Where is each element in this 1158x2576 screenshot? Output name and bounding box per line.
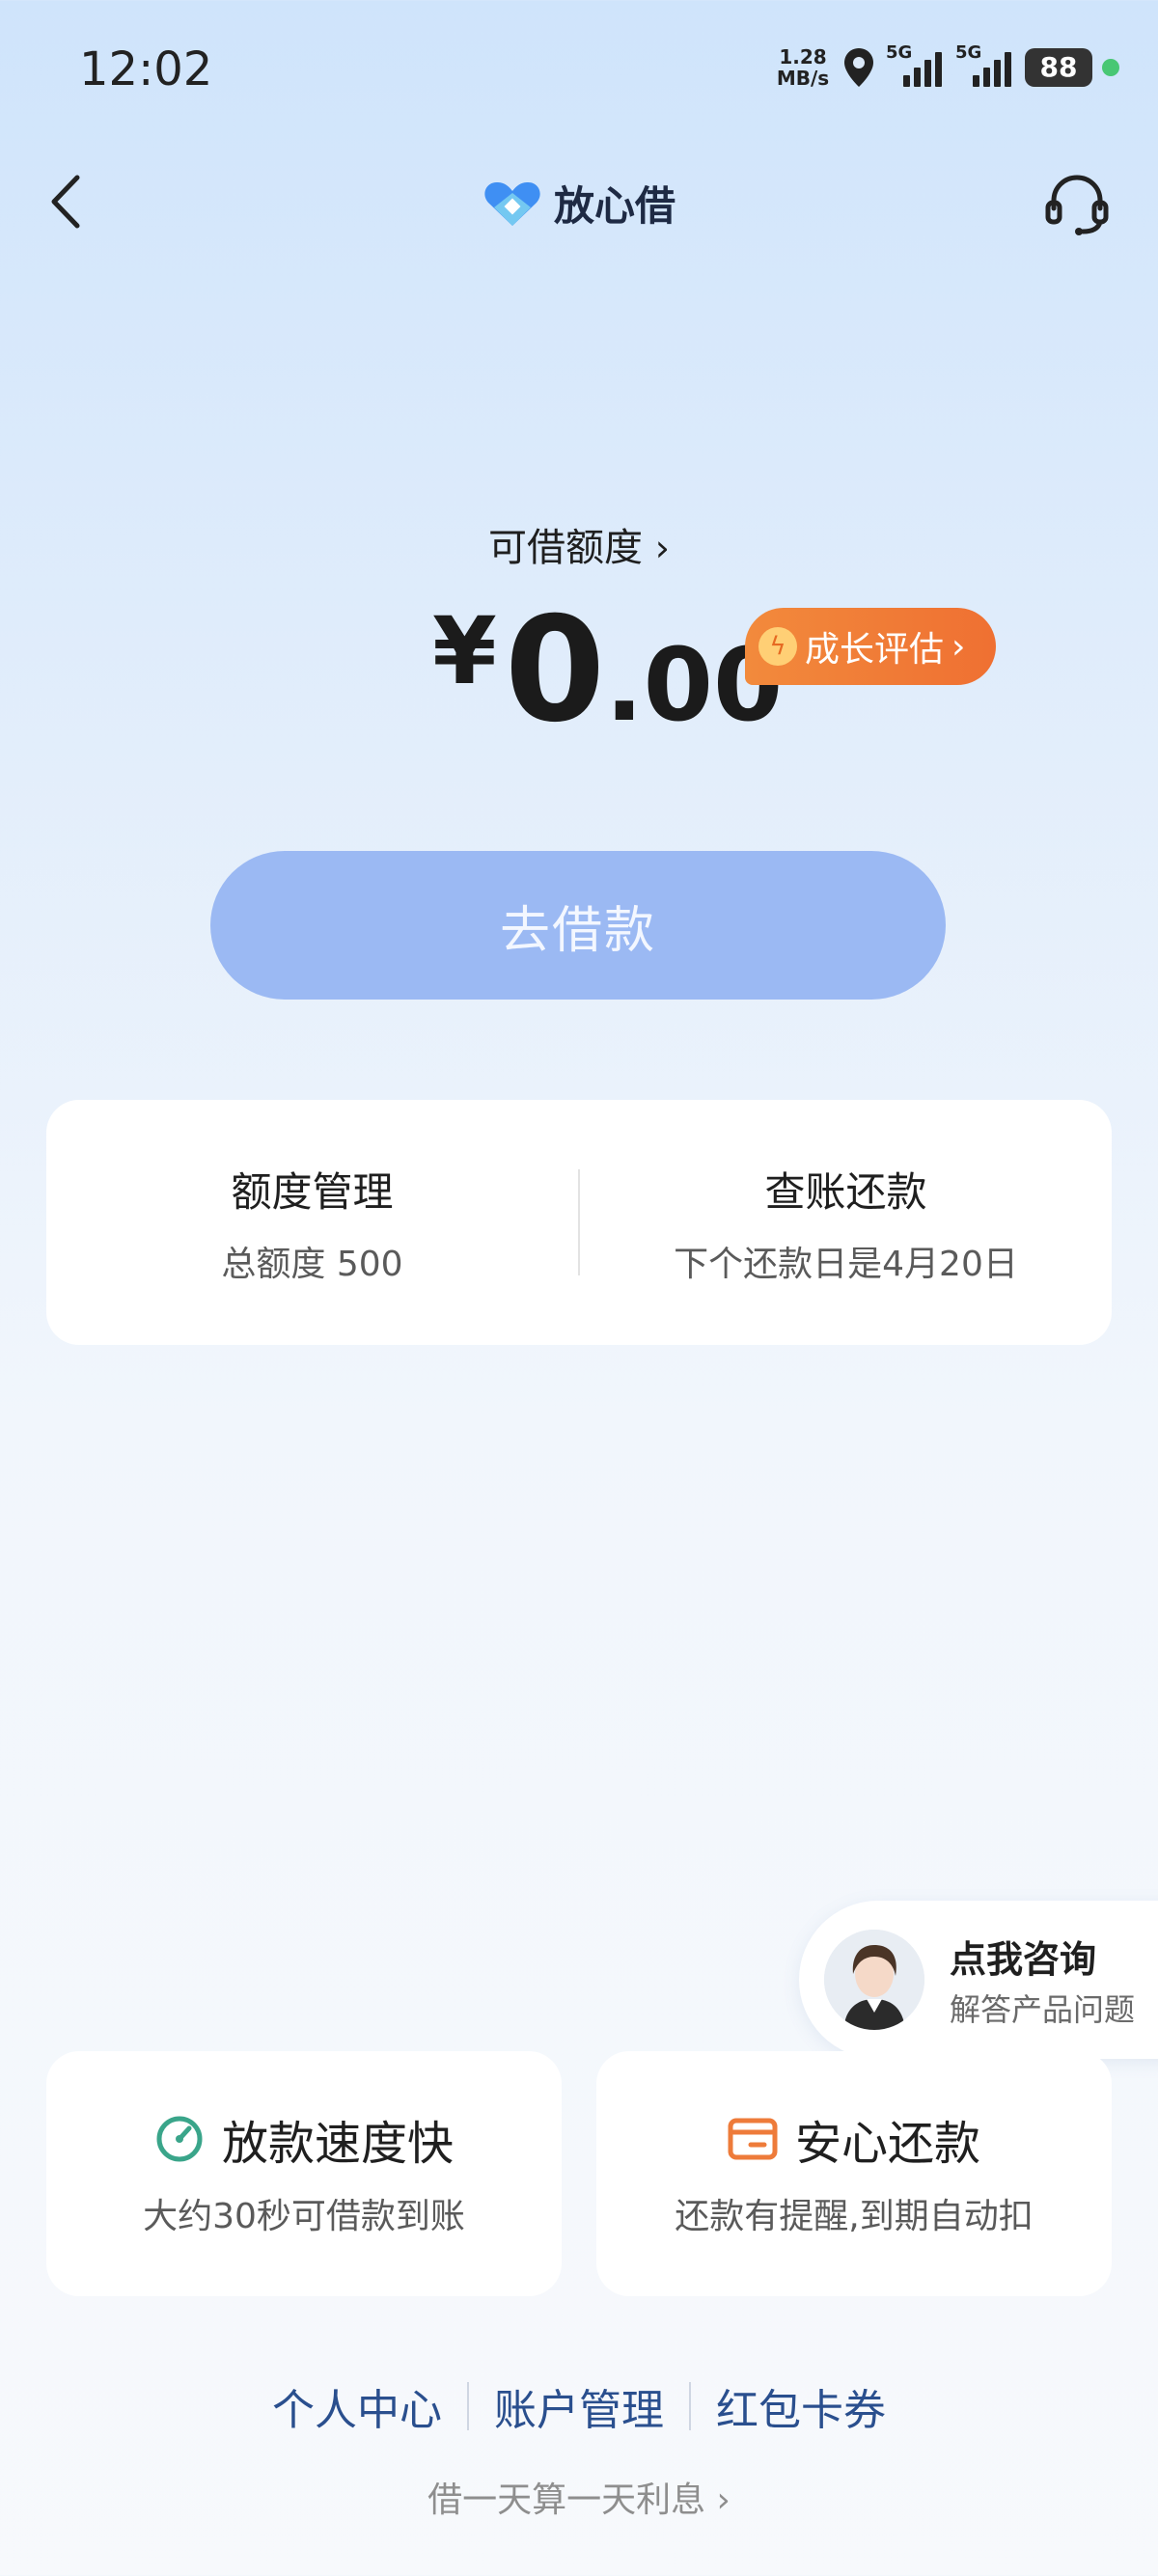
growth-assessment-button[interactable]: ϟ 成长评估 › <box>745 608 996 685</box>
consult-subtitle: 解答产品问题 <box>950 1991 1136 2028</box>
brand: 放心借 <box>482 174 676 233</box>
chevron-right-icon: › <box>716 2480 731 2520</box>
network-speed-unit: MB/s <box>776 67 830 90</box>
feature-subtitle: 还款有提醒,到期自动扣 <box>675 2197 1034 2236</box>
bill-repayment[interactable]: 查账还款 下个还款日是4月20日 <box>580 1160 1112 1286</box>
feature-title: 放款速度快 <box>221 2117 454 2171</box>
quota-management[interactable]: 额度管理 总额度 500 <box>46 1160 578 1286</box>
network-speed-value: 1.28 <box>779 45 827 69</box>
coupons-link[interactable]: 红包卡券 <box>716 2375 886 2437</box>
amount-integer: 0 <box>504 587 606 754</box>
status-bar: 12:02 1.28 MB/s 5G 5G 88 <box>0 0 1158 135</box>
clock: 12:02 <box>79 42 213 96</box>
speed-gauge-icon <box>156 2116 203 2162</box>
interest-info-text: 借一天算一天利息 <box>427 2480 706 2520</box>
location-icon <box>844 48 873 87</box>
account-management-link[interactable]: 账户管理 <box>494 2375 664 2437</box>
signal-2-icon: 5G <box>955 42 1015 87</box>
feature-card-safe-repayment: 安心还款 还款有提醒,到期自动扣 <box>596 2051 1112 2296</box>
brand-name: 放心借 <box>554 182 676 230</box>
feature-subtitle: 大约30秒可借款到账 <box>143 2197 465 2236</box>
signal-1-icon: 5G <box>886 42 946 87</box>
link-separator <box>689 2382 691 2430</box>
total-quota-text: 总额度 500 <box>221 1244 403 1284</box>
top-nav: 放心借 <box>0 154 1158 251</box>
available-quota-label: 可借额度 <box>488 526 644 570</box>
link-separator <box>467 2382 469 2430</box>
bill-repayment-title: 查账还款 <box>764 1167 927 1216</box>
network-speed: 1.28 MB/s <box>774 46 832 89</box>
brand-logo-icon <box>484 181 540 226</box>
back-arrow-icon[interactable] <box>39 168 96 235</box>
next-repayment-date: 下个还款日是4月20日 <box>674 1244 1018 1284</box>
customer-service-icon[interactable] <box>1042 170 1112 239</box>
available-quota-link[interactable]: 可借额度 › <box>0 516 1158 572</box>
borrow-button[interactable]: 去借款 <box>210 851 946 1000</box>
signal-2-label: 5G <box>955 42 982 63</box>
wallet-icon <box>728 2118 778 2160</box>
feature-title: 安心还款 <box>794 2117 980 2171</box>
battery-indicator: 88 <box>1025 48 1092 87</box>
agent-avatar-icon <box>824 1930 924 2030</box>
consult-floating-button[interactable]: 点我咨询 解答产品问题 <box>799 1901 1158 2059</box>
personal-center-link[interactable]: 个人中心 <box>272 2375 442 2437</box>
status-icons: 1.28 MB/s 5G 5G 88 <box>774 39 1119 96</box>
chevron-right-icon: › <box>951 626 966 667</box>
agent-avatar <box>824 1930 924 2030</box>
privacy-dot-icon <box>1102 59 1119 76</box>
available-amount: ¥ 0 .00 <box>432 598 783 743</box>
lightning-icon: ϟ <box>758 627 797 666</box>
growth-assessment-label: 成长评估 <box>805 630 945 670</box>
feature-card-fast-loan: 放款速度快 大约30秒可借款到账 <box>46 2051 562 2296</box>
currency-symbol: ¥ <box>432 597 497 705</box>
interest-info-link[interactable]: 借一天算一天利息 › <box>0 2472 1158 2522</box>
bottom-links: 个人中心 账户管理 红包卡券 <box>0 2375 1158 2437</box>
signal-1-label: 5G <box>886 42 913 63</box>
account-actions-card: 额度管理 总额度 500 查账还款 下个还款日是4月20日 <box>46 1100 1112 1345</box>
chevron-right-icon: › <box>654 527 670 569</box>
quota-management-title: 额度管理 <box>231 1167 394 1216</box>
consult-title: 点我咨询 <box>950 1938 1097 1981</box>
